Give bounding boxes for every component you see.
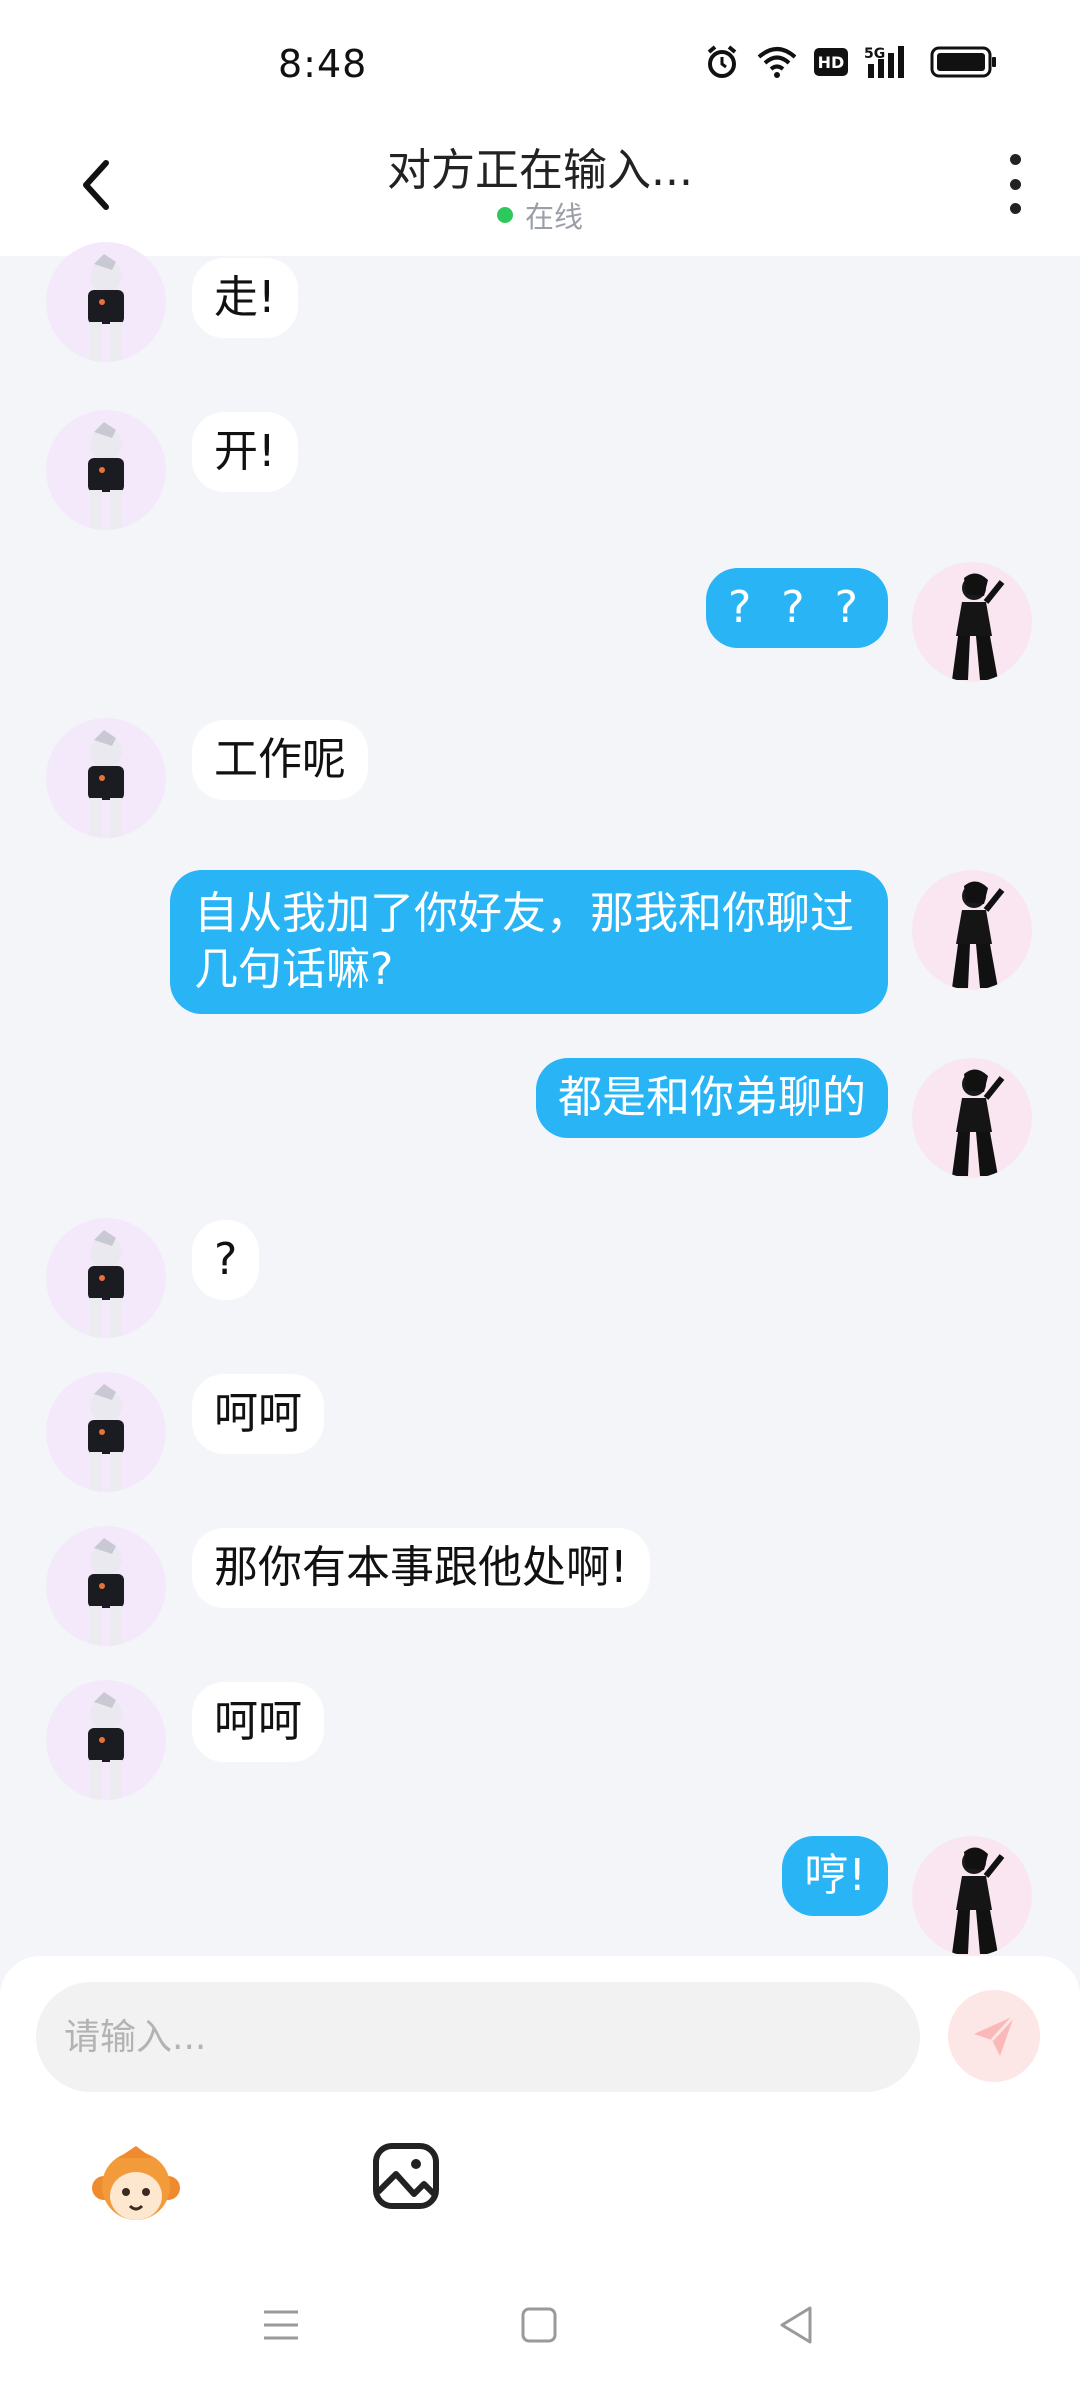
user-avatar[interactable] bbox=[912, 1836, 1032, 1956]
chat-header: 对方正在输入... 在线 bbox=[0, 120, 1080, 256]
page-title: 对方正在输入... bbox=[387, 145, 693, 196]
signal-5g-icon: 5G bbox=[864, 44, 914, 80]
status-time: 8:48 bbox=[278, 42, 368, 86]
message-bubble-incoming[interactable]: 工作呢 bbox=[192, 720, 368, 800]
chat-screen: 8:48 HD 5G 对方正在输入... 在线 走! 开! ? ? ? 工作呢 … bbox=[0, 0, 1080, 2400]
send-icon bbox=[974, 2014, 1016, 2056]
status-bar: 8:48 HD 5G bbox=[0, 0, 1080, 120]
message-bubble-incoming[interactable]: 呵呵 bbox=[192, 1682, 324, 1762]
more-dot-icon bbox=[1009, 154, 1021, 165]
contact-avatar[interactable] bbox=[46, 1680, 166, 1800]
monkey-sticker-icon bbox=[92, 2146, 180, 2220]
user-avatar[interactable] bbox=[912, 562, 1032, 682]
message-bubble-incoming[interactable]: 那你有本事跟他处啊! bbox=[192, 1528, 650, 1608]
battery-icon bbox=[930, 46, 998, 78]
message-bubble-incoming[interactable]: ? bbox=[192, 1220, 260, 1300]
message-bubble-outgoing[interactable]: 自从我加了你好友，那我和你聊过几句话嘛? bbox=[170, 870, 888, 1014]
hamburger-icon bbox=[264, 2310, 298, 2340]
svg-text:HD: HD bbox=[818, 53, 845, 72]
contact-avatar[interactable] bbox=[46, 1372, 166, 1492]
more-dot-icon bbox=[1009, 178, 1021, 190]
more-options-button[interactable] bbox=[1000, 154, 1030, 214]
triangle-back-icon bbox=[780, 2306, 812, 2344]
online-status: 在线 bbox=[0, 194, 1080, 236]
message-list[interactable]: 走! 开! ? ? ? 工作呢 自从我加了你好友，那我和你聊过几句话嘛? 都是和… bbox=[0, 242, 1080, 1956]
home-nav-button[interactable] bbox=[514, 2300, 564, 2350]
message-bubble-incoming[interactable]: 开! bbox=[192, 412, 298, 492]
more-dot-icon bbox=[1009, 203, 1021, 214]
menu-nav-button[interactable] bbox=[256, 2300, 306, 2350]
message-bubble-outgoing[interactable]: ? ? ? bbox=[705, 568, 888, 648]
message-bubble-incoming[interactable]: 走! bbox=[192, 258, 298, 338]
user-avatar[interactable] bbox=[912, 1058, 1032, 1178]
image-icon bbox=[373, 2143, 439, 2209]
message-input[interactable] bbox=[36, 1982, 920, 2092]
user-avatar[interactable] bbox=[912, 870, 1032, 990]
back-nav-button[interactable] bbox=[772, 2300, 822, 2350]
system-nav-bar bbox=[0, 2270, 1080, 2400]
message-bubble-incoming[interactable]: 呵呵 bbox=[192, 1374, 324, 1454]
message-bubble-outgoing[interactable]: 哼! bbox=[782, 1836, 888, 1916]
contact-avatar[interactable] bbox=[46, 410, 166, 530]
contact-avatar[interactable] bbox=[46, 242, 166, 362]
contact-avatar[interactable] bbox=[46, 718, 166, 838]
message-bubble-outgoing[interactable]: 都是和你弟聊的 bbox=[536, 1058, 888, 1138]
sticker-button[interactable] bbox=[88, 2140, 184, 2236]
hd-icon: HD bbox=[814, 48, 848, 76]
contact-avatar[interactable] bbox=[46, 1218, 166, 1338]
contact-avatar[interactable] bbox=[46, 1526, 166, 1646]
send-button[interactable] bbox=[948, 1990, 1040, 2082]
wifi-icon bbox=[756, 45, 798, 79]
alarm-icon bbox=[704, 44, 740, 80]
online-dot-icon bbox=[496, 207, 513, 223]
online-status-label: 在线 bbox=[524, 200, 583, 234]
status-icons: HD 5G bbox=[704, 44, 998, 80]
image-button[interactable] bbox=[370, 2140, 442, 2212]
square-icon bbox=[521, 2307, 557, 2343]
